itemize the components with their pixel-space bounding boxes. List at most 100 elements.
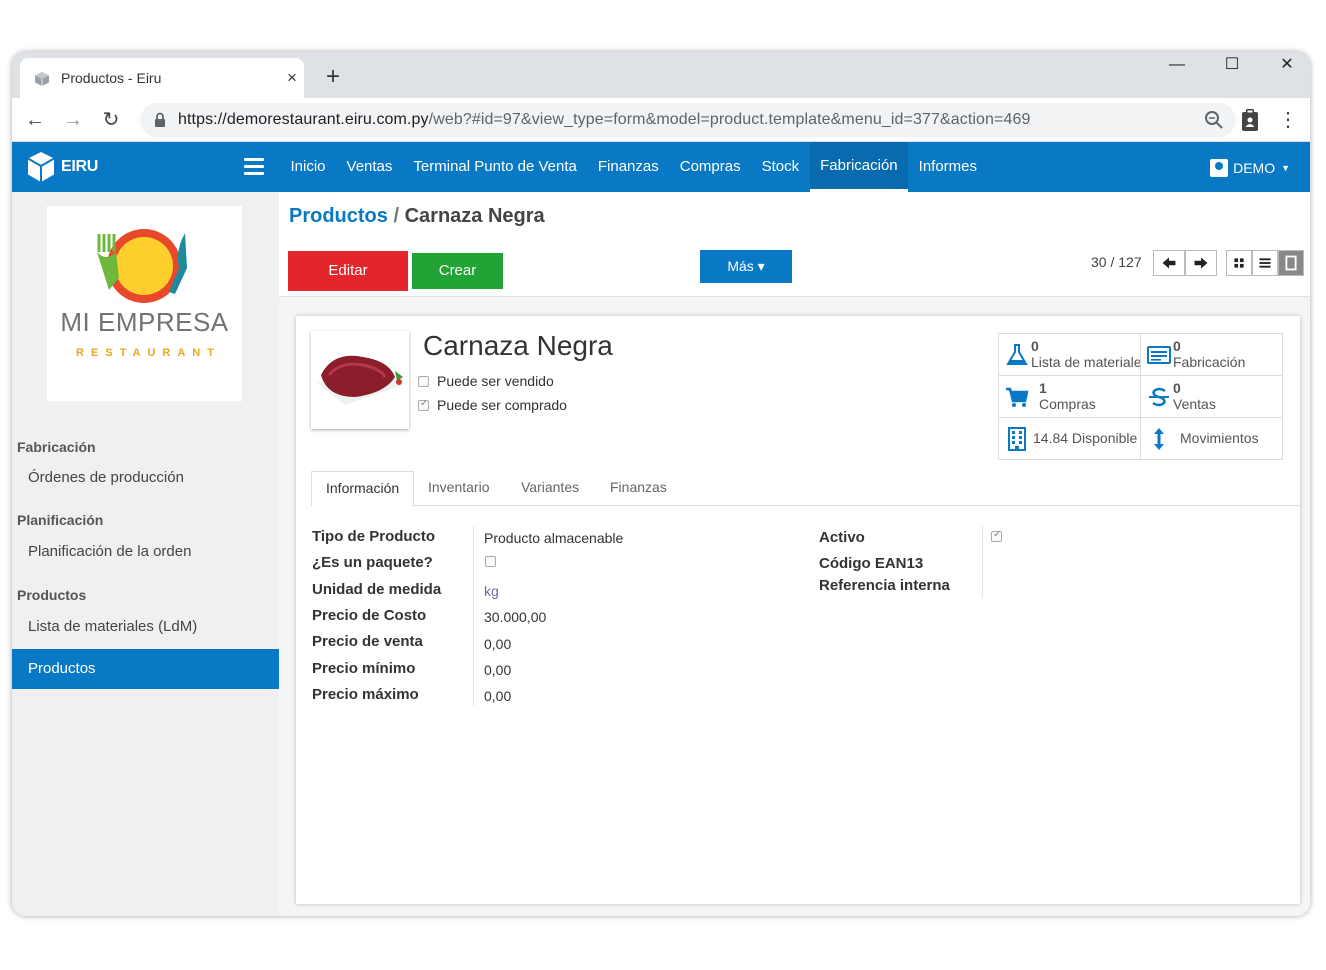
url-path: /web?#id=97&view_type=form&model=product… [428,111,1031,128]
url-text: https://demorestaurant.eiru.com.py/web?#… [178,111,1030,129]
tab-title: Productos - Eiru [61,70,162,86]
building-icon [1008,427,1026,451]
tab-finanzas[interactable]: Finanzas [596,471,681,506]
field-label-es-paquete: ¿Es un paquete? [312,554,433,571]
group-divider [473,526,474,706]
stat-button-compras[interactable]: 1 Compras [999,376,1141,418]
can-be-sold-checkbox[interactable]: Puede ser vendido [418,373,554,389]
back-button[interactable]: ← [20,106,50,134]
menu-informes[interactable]: Informes [908,142,987,192]
form-view-icon[interactable] [1278,250,1304,276]
field-label-precio-minimo: Precio mínimo [312,660,416,677]
sidebar-item-lista-de-materiales[interactable]: Lista de materiales (LdM) [28,618,197,635]
hamburger-menu-icon[interactable] [244,158,264,176]
pager-previous-button[interactable] [1153,250,1185,276]
sidebar-item-planificacion-de-la-orden[interactable]: Planificación de la orden [28,543,191,560]
breadcrumb-current: Carnaza Negra [404,205,545,227]
stat-compras-value: 1 [1039,380,1047,396]
close-window-button[interactable]: ✕ [1264,52,1310,82]
can-be-purchased-box[interactable] [418,398,429,411]
main-content: Productos / Carnaza Negra Editar Crear M… [279,192,1310,916]
clipboard-extension-icon[interactable] [1236,106,1264,134]
stat-button-ventas[interactable]: 0 Ventas [1141,376,1283,418]
zoom-icon[interactable] [1204,110,1224,130]
stat-ventas-value: 0 [1173,380,1181,396]
brand-name: EIRU [61,158,99,175]
caret-down-icon: ▼ [1281,163,1290,173]
field-label-ean13: Código EAN13 [819,555,924,572]
edit-button[interactable]: Editar [288,251,408,291]
breadcrumb-parent-link[interactable]: Productos [289,205,388,227]
currency-icon [1149,387,1169,407]
cube-favicon-icon [35,72,49,86]
pager-value[interactable]: 30 / 127 [1091,254,1142,270]
reload-button[interactable]: ↻ [96,106,126,134]
product-name: Carnaza Negra [423,330,613,361]
field-value-es-paquete-checkbox[interactable] [485,556,496,567]
field-label-tipo-producto: Tipo de Producto [312,528,436,545]
product-image[interactable] [311,331,409,429]
breadcrumb: Productos / Carnaza Negra [289,205,545,228]
app-navbar: EIRU Inicio Ventas Terminal Punto de Ven… [12,142,1310,192]
field-value-precio-venta: 0,00 [484,636,512,652]
cube-logo-icon [27,152,55,182]
forward-button[interactable]: → [58,106,88,134]
breadcrumb-separator: / [393,205,400,227]
can-be-purchased-label: Puede ser comprado [437,397,567,413]
menu-fabricacion[interactable]: Fabricación [809,142,909,192]
menu-stock[interactable]: Stock [751,142,810,192]
menu-terminal-punto-de-venta[interactable]: Terminal Punto de Venta [403,142,587,192]
address-bar: ← → ↻ https://demorestaurant.eiru.com.py… [12,98,1310,142]
cart-icon [1006,387,1029,407]
create-button[interactable]: Crear [412,253,503,289]
section-planificacion: Planificación [17,512,104,528]
user-menu[interactable]: DEMO ▼ [1210,157,1290,179]
control-panel: Productos / Carnaza Negra Editar Crear M… [279,192,1310,297]
can-be-sold-box[interactable] [418,375,429,387]
kanban-view-icon[interactable] [1226,250,1252,276]
tab-close-icon[interactable]: × [280,67,304,89]
form-sheet: Carnaza Negra Puede ser vendido Puede se… [296,316,1300,904]
sidebar: MI EMPRESA RESTAURANT Fabricación Órdene… [12,192,279,916]
brand-logo[interactable]: EIRU [26,151,116,183]
form-tabs: Información Inventario Variantes Finanza… [311,471,1300,507]
new-tab-button[interactable]: + [320,64,346,90]
stat-button-movimientos[interactable]: Movimientos [1141,418,1283,460]
field-value-tipo-producto: Producto almacenable [484,530,624,546]
stat-button-disponible[interactable]: 14.84 Disponible [999,418,1141,460]
tab-inventario[interactable]: Inventario [414,471,503,506]
pager-next-button[interactable] [1185,250,1217,276]
can-be-purchased-checkbox[interactable]: Puede ser comprado [418,397,567,413]
list-view-icon[interactable] [1252,250,1278,276]
maximize-button[interactable]: ☐ [1209,52,1255,82]
stat-bom-label: Lista de materiales [1031,354,1141,370]
plate-fork-knife-icon [97,229,187,303]
tab-informacion[interactable]: Información [311,471,415,507]
stat-fabricacion-value: 0 [1173,338,1181,354]
field-value-unidad-medida[interactable]: kg [484,583,499,599]
browser-menu-button[interactable]: ⋮ [1274,106,1302,134]
stat-button-bom[interactable]: 0 Lista de materiales [999,334,1141,376]
url-omnibox[interactable]: https://demorestaurant.eiru.com.py/web?#… [140,103,1236,137]
menu-finanzas[interactable]: Finanzas [587,142,669,192]
meat-photo [317,355,403,405]
sidebar-item-productos[interactable]: Productos [12,649,279,689]
field-label-precio-maximo: Precio máximo [312,686,419,703]
menu-ventas[interactable]: Ventas [336,142,403,192]
sidebar-item-ordenes-de-produccion[interactable]: Órdenes de producción [28,469,184,486]
minimize-button[interactable]: — [1154,52,1200,82]
stat-ventas-label: Ventas [1173,396,1216,412]
company-name: MI EMPRESA [60,307,229,337]
tab-strip: Productos - Eiru × + — ☐ ✕ [12,52,1310,98]
more-dropdown-button[interactable]: Más ▾ [700,250,792,283]
url-host: https://demorestaurant.eiru.com.py [178,111,429,128]
stat-button-fabricacion[interactable]: 0 Fabricación [1141,334,1283,376]
menu-compras[interactable]: Compras [669,142,751,192]
stat-compras-label: Compras [1039,396,1096,412]
tab-variantes[interactable]: Variantes [507,471,593,506]
menu-inicio[interactable]: Inicio [280,142,336,192]
browser-tab[interactable]: Productos - Eiru × [20,58,304,98]
flask-icon [1006,344,1028,365]
browser-window: Productos - Eiru × + — ☐ ✕ ← → ↻ https:/… [12,52,1310,916]
field-value-activo-checkbox[interactable] [991,529,1002,542]
